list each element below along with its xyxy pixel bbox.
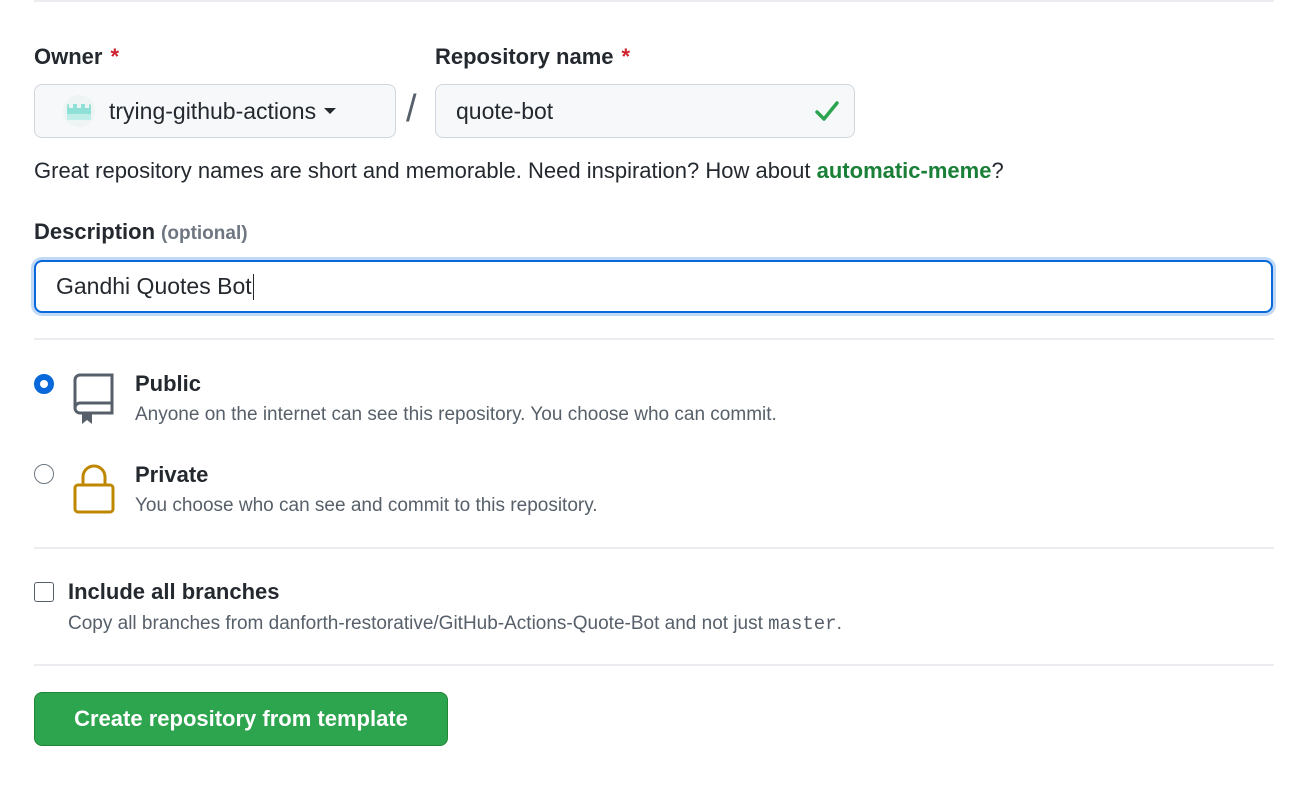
private-title: Private bbox=[135, 462, 209, 487]
include-branches-help-text: Copy all branches from danforth-restorat… bbox=[68, 613, 769, 634]
lock-icon bbox=[72, 463, 116, 520]
org-avatar-icon bbox=[63, 95, 95, 127]
hint-suffix: ? bbox=[991, 158, 1004, 183]
public-title: Public bbox=[135, 371, 202, 396]
top-divider bbox=[34, 0, 1274, 2]
caret-down-icon bbox=[324, 108, 337, 114]
private-radio[interactable] bbox=[34, 464, 54, 484]
repo-name-required-mark: * bbox=[621, 44, 631, 69]
create-repository-button[interactable]: Create repository from template bbox=[34, 692, 448, 746]
description-input[interactable]: Gandhi Quotes Bot bbox=[34, 260, 1273, 313]
repo-name-label: Repository name * bbox=[435, 44, 630, 70]
repo-name-label-text: Repository name bbox=[435, 44, 614, 69]
hint-text: Great repository names are short and mem… bbox=[34, 158, 817, 183]
description-label-text: Description bbox=[34, 219, 156, 244]
repo-book-icon bbox=[72, 372, 116, 431]
owner-label-text: Owner bbox=[34, 44, 103, 69]
default-branch-name: master bbox=[768, 613, 837, 635]
description-label: Description (optional) bbox=[34, 219, 248, 245]
public-radio[interactable] bbox=[34, 374, 54, 394]
divider-submit bbox=[34, 664, 1274, 666]
repo-name-value: quote-bot bbox=[456, 97, 554, 124]
include-branches-label: Include all branches bbox=[68, 579, 280, 604]
include-branches-checkbox[interactable] bbox=[34, 582, 54, 602]
divider-branches bbox=[34, 547, 1274, 549]
public-description: Anyone on the internet can see this repo… bbox=[135, 404, 777, 425]
suggested-name-link[interactable]: automatic-meme bbox=[817, 158, 992, 183]
owner-name: trying-github-actions bbox=[109, 97, 317, 124]
owner-required-mark: * bbox=[110, 44, 120, 69]
include-branches-help: Copy all branches from danforth-restorat… bbox=[68, 613, 842, 635]
repo-name-hint: Great repository names are short and mem… bbox=[34, 158, 1004, 184]
repo-name-input[interactable]: quote-bot bbox=[435, 84, 855, 138]
owner-repo-separator: / bbox=[406, 88, 417, 130]
private-description: You choose who can see and commit to thi… bbox=[135, 495, 598, 516]
check-icon bbox=[814, 99, 840, 129]
include-branches-help-suffix: . bbox=[836, 613, 842, 634]
owner-select[interactable]: trying-github-actions bbox=[34, 84, 396, 138]
text-cursor bbox=[252, 273, 254, 300]
owner-label: Owner * bbox=[34, 44, 119, 70]
description-optional-label: (optional) bbox=[161, 223, 248, 244]
description-value: Gandhi Quotes Bot bbox=[56, 273, 252, 299]
divider-visibility bbox=[34, 338, 1274, 340]
